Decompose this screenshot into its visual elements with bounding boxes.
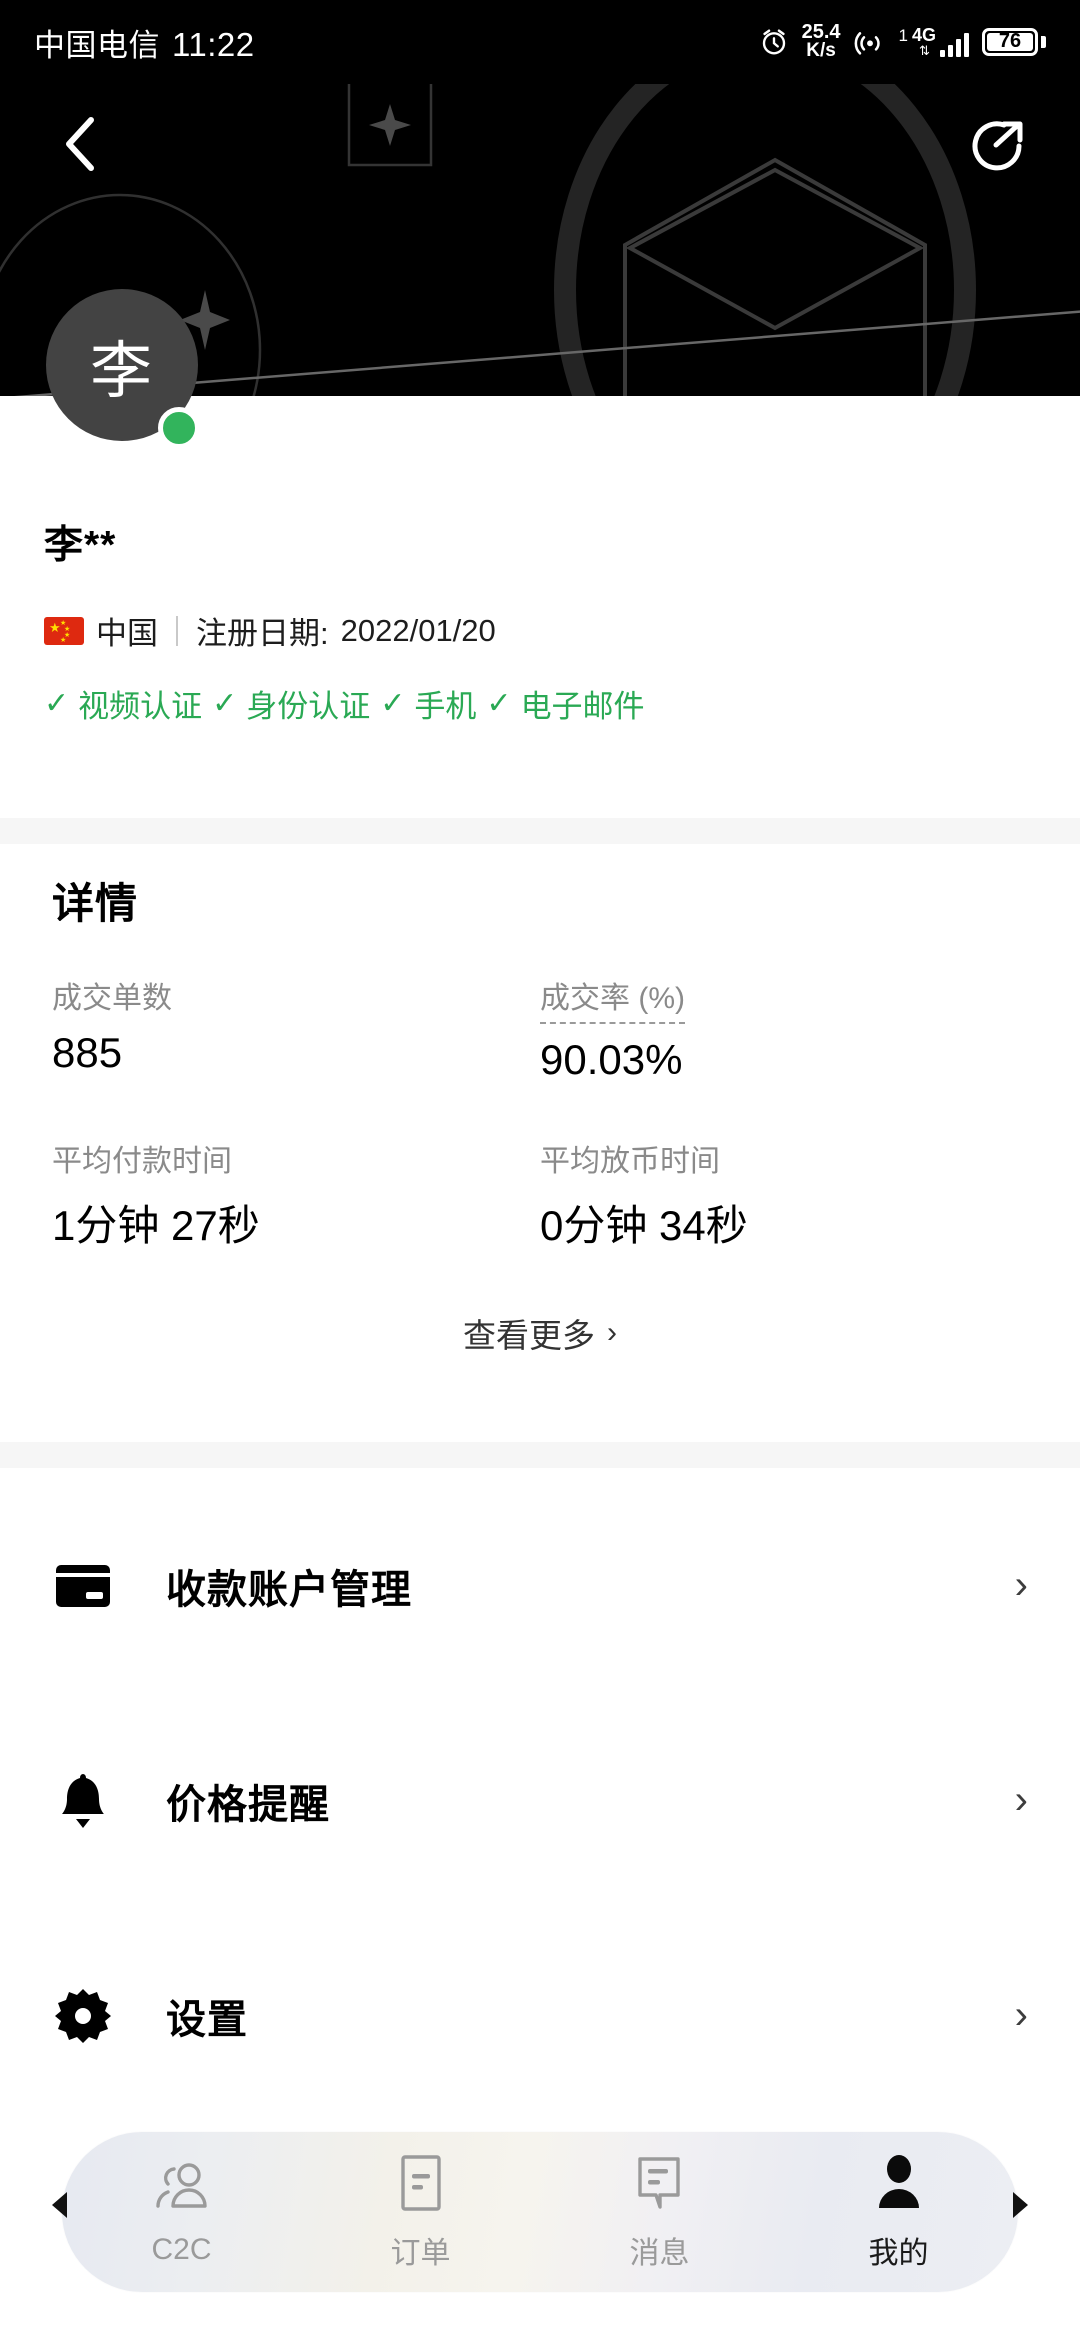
details-section: 详情 成交单数 885 成交率 (%) 90.03% 平均付款时间 1分钟 27… [0,870,1080,1357]
order-document-icon [397,2152,445,2214]
network-type-block: 4G ⇅ [912,26,936,57]
meta-divider [176,615,178,646]
tab-messages[interactable]: 消息 [540,2132,779,2292]
section-divider-1 [0,818,1080,844]
stat-value: 1分钟 27秒 [52,1202,260,1249]
menu-item-label: 收款账户管理 [166,1567,412,1612]
stat-label: 成交单数 [52,982,172,1015]
online-status-dot [158,407,200,449]
status-clock: 11:22 [172,25,255,63]
details-stats-grid: 成交单数 885 成交率 (%) 90.03% 平均付款时间 1分钟 27秒 平… [52,973,1028,1253]
stat-value: 0分钟 34秒 [540,1202,748,1249]
verification-label: 手机 [414,689,477,724]
network-speed: 25.4 K/s [802,22,841,62]
data-transfer-arrows-icon: ⇅ [919,43,930,59]
menu-list: 收款账户管理 › 价格提醒 › 设置 › [0,1478,1080,2123]
profile-meta-row: ★ ★ ★ ★ ★ 中国 注册日期: 2022/01/20 [44,608,1036,653]
people-icon [152,2157,212,2219]
credit-card-icon [52,1555,114,1617]
chevron-right-icon: › [1014,1563,1028,1607]
view-more-button[interactable]: 查看更多 › [52,1309,1028,1357]
network-type-label: 4G [911,25,936,46]
registration-date-label: 注册日期: [196,616,329,651]
verification-email: ✓ 电子邮件 [486,681,644,726]
menu-item-label: 设置 [166,1997,248,2042]
gesture-back-indicator-left [52,2192,67,2218]
share-icon [972,121,1023,171]
verification-label: 身份认证 [246,689,371,724]
china-flag-icon: ★ ★ ★ ★ ★ [44,616,84,645]
stat-avg-payment-time: 平均付款时间 1分钟 27秒 [52,1136,540,1253]
battery-indicator: 76 [982,27,1046,56]
alarm-clock-icon [762,29,785,55]
gesture-back-indicator-right [1013,2192,1028,2218]
signal-bars-icon [940,31,969,58]
battery-percent-label: 76 [987,30,1033,52]
chevron-right-icon: › [607,1316,617,1349]
verification-badges: ✓ 视频认证 ✓ 身份认证 ✓ 手机 ✓ 电子邮件 [44,681,1036,726]
stat-label: 平均付款时间 [52,1145,232,1178]
check-icon: ✓ [486,686,512,720]
back-button[interactable] [44,109,114,179]
tab-label: 消息 [629,2237,690,2270]
menu-item-settings[interactable]: 设置 › [0,1908,1080,2123]
stat-label: 平均放币时间 [540,1145,720,1178]
network-speed-unit: K/s [806,40,836,62]
stat-avg-release-time: 平均放币时间 0分钟 34秒 [540,1136,1028,1253]
country-label: 中国 [96,616,158,651]
avatar-container[interactable]: 李 [46,289,242,449]
tab-label: C2C [151,2233,212,2266]
sim-slot-number: 1 [898,26,908,46]
signal-indicator: 1 4G ⇅ [898,26,969,58]
status-bar: 中国电信 11:22 25.4 K/s 1 4G ⇅ 76 [0,0,1080,84]
view-more-label: 查看更多 [463,1317,595,1354]
back-chevron-icon [66,117,94,171]
profile-section: 李 李** ★ ★ ★ ★ ★ 中国 注册日期: 2022/01/20 ✓ 视频… [0,289,1080,726]
verification-phone: ✓ 手机 [380,681,476,726]
status-bar-left: 中国电信 11:22 [34,20,255,65]
verification-label: 视频认证 [78,689,203,724]
bell-icon [52,1770,114,1832]
section-divider-2 [0,1442,1080,1468]
stat-completed-orders: 成交单数 885 [52,973,540,1084]
stat-value: 885 [52,1029,123,1076]
bottom-tab-bar: C2C 订单 消息 我的 [62,2132,1018,2292]
tab-label: 我的 [868,2237,929,2270]
chevron-right-icon: › [1014,1993,1028,2037]
check-icon: ✓ [44,686,70,720]
flag-star-large: ★ [49,619,61,635]
stat-value: 90.03% [540,1036,683,1083]
battery-body: 76 [982,27,1038,56]
verification-video: ✓ 视频认证 [44,681,202,726]
menu-item-price-alert[interactable]: 价格提醒 › [0,1693,1080,1908]
gear-icon [52,1985,114,2047]
chevron-right-icon: › [1014,1778,1028,1822]
app-screen: 中国电信 11:22 25.4 K/s 1 4G ⇅ 76 李 李** ★ ★ … [0,0,1080,2340]
carrier-name: 中国电信 [34,27,160,63]
person-icon [873,2152,925,2214]
stat-label[interactable]: 成交率 (%) [540,973,685,1024]
verification-identity: ✓ 身份认证 [212,681,370,726]
share-button[interactable] [958,105,1036,183]
menu-item-label: 价格提醒 [166,1782,330,1827]
flag-star-4: ★ [60,636,67,644]
check-icon: ✓ [212,686,238,720]
check-icon: ✓ [380,686,406,720]
stat-completion-rate: 成交率 (%) 90.03% [540,973,1028,1084]
tab-orders[interactable]: 订单 [301,2132,540,2292]
tab-mine[interactable]: 我的 [779,2132,1018,2292]
details-title: 详情 [52,880,139,927]
menu-item-payment-accounts[interactable]: 收款账户管理 › [0,1478,1080,1693]
verification-label: 电子邮件 [520,689,645,724]
status-bar-right: 25.4 K/s 1 4G ⇅ 76 [759,22,1046,62]
battery-tip [1041,35,1046,48]
registration-date-value: 2022/01/20 [340,612,496,648]
chat-bubble-icon [634,2152,686,2214]
tab-label: 订单 [390,2237,451,2270]
top-navigation-bar [0,84,1080,204]
tab-c2c[interactable]: C2C [62,2132,301,2292]
hotspot-icon [854,32,880,55]
